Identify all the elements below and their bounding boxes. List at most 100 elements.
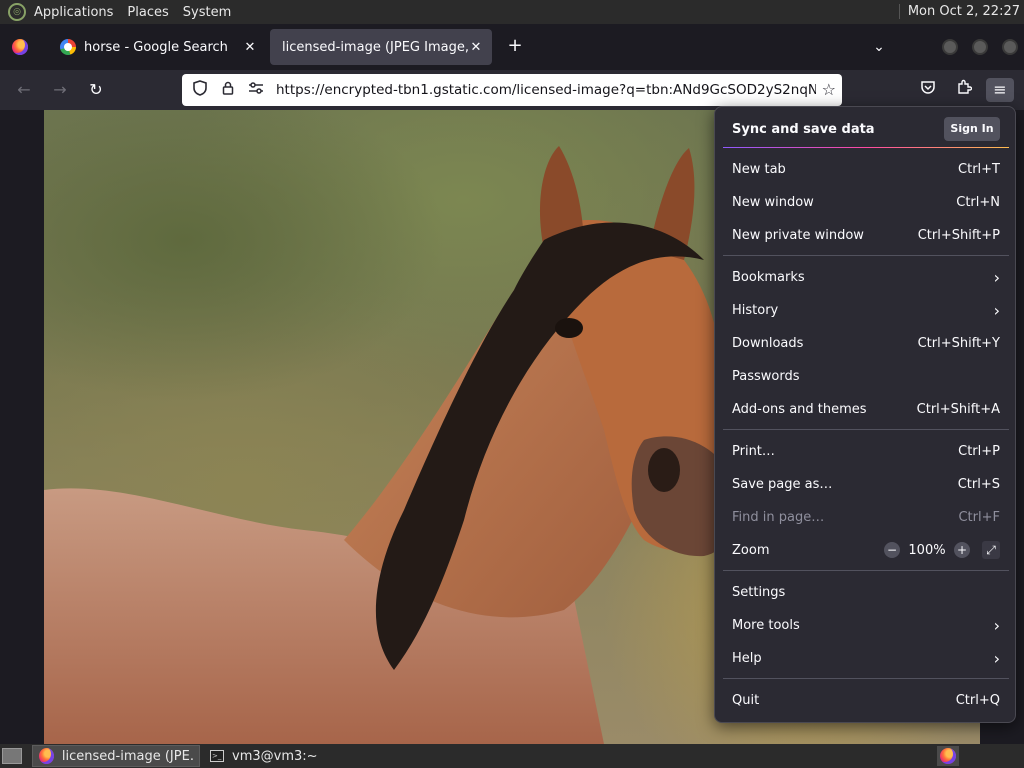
menu-item-settings[interactable]: Settings [723, 576, 1009, 608]
menu-item-save-page-as[interactable]: Save page as… Ctrl+S [723, 468, 1009, 500]
sign-in-button[interactable]: Sign In [944, 117, 1000, 141]
menu-item-label: New tab [732, 161, 786, 177]
menu-item-passwords[interactable]: Passwords [723, 360, 1009, 392]
zoom-label: Zoom [732, 542, 770, 558]
menu-item-addons-and-themes[interactable]: Add-ons and themes Ctrl+Shift+A [723, 393, 1009, 425]
menu-item-shortcut: Ctrl+Shift+P [917, 227, 1000, 243]
fullscreen-button[interactable]: ⤢ [982, 541, 1000, 559]
url-bar[interactable]: https://encrypted-tbn1.gstatic.com/licen… [182, 74, 842, 106]
menu-item-label: Settings [732, 584, 786, 600]
tracking-protection-shield-icon[interactable] [190, 80, 210, 100]
minimize-window-button[interactable] [942, 39, 958, 55]
menu-item-help[interactable]: Help › [723, 642, 1009, 674]
menu-item-shortcut: Ctrl+N [956, 194, 1000, 210]
bookmark-star-icon[interactable]: ☆ [822, 80, 836, 99]
menu-item-shortcut: Ctrl+Q [955, 692, 1000, 708]
tab-close-button[interactable]: ✕ [468, 40, 484, 55]
menu-item-new-tab[interactable]: New tab Ctrl+T [723, 153, 1009, 185]
tab-bar: horse - Google Search ✕ licensed-image (… [0, 24, 1024, 70]
menu-item-label: More tools [732, 617, 800, 633]
pocket-icon [921, 81, 935, 94]
terminal-icon: >_ [210, 750, 224, 762]
arrow-right-icon: → [53, 80, 67, 99]
zoom-out-button[interactable]: − [884, 542, 900, 558]
menu-item-label: Quit [732, 692, 760, 708]
taskbar-item-label: vm3@vm3:~ [232, 748, 318, 764]
tab-google-search[interactable]: horse - Google Search ✕ [48, 29, 266, 65]
menu-separator [723, 678, 1009, 679]
navigation-toolbar: ← → ↻ https://encrypted-tbn1.gstatic.com… [0, 70, 1024, 110]
workspace-switcher-firefox[interactable] [937, 746, 959, 766]
open-application-menu-button[interactable]: ≡ [986, 78, 1014, 102]
menu-item-label: Find in page… [732, 509, 825, 525]
menu-item-shortcut: Ctrl+Shift+Y [917, 335, 1000, 351]
save-to-pocket-button[interactable] [916, 78, 940, 102]
menu-item-new-window[interactable]: New window Ctrl+N [723, 186, 1009, 218]
zoom-in-button[interactable]: + [954, 542, 970, 558]
new-tab-button[interactable]: + [504, 36, 526, 58]
taskbar-item-firefox[interactable]: licensed-image (JPE… [32, 745, 200, 767]
distro-logo-icon[interactable]: ◎ [8, 3, 26, 21]
menu-item-label: New private window [732, 227, 864, 243]
system-menu[interactable]: System [183, 5, 231, 20]
taskbar-item-terminal[interactable]: >_ vm3@vm3:~ [204, 745, 334, 767]
menu-item-more-tools[interactable]: More tools › [723, 609, 1009, 641]
menu-item-label: Add-ons and themes [732, 401, 867, 417]
permissions-icon[interactable] [246, 82, 266, 98]
tab-title: horse - Google Search [84, 39, 228, 55]
bottom-taskbar: licensed-image (JPE… >_ vm3@vm3:~ [0, 744, 1024, 768]
arrow-left-icon: ← [17, 80, 31, 99]
clock[interactable]: Mon Oct 2, 22:27 [898, 4, 1020, 19]
menu-item-label: New window [732, 194, 814, 210]
menu-item-label: Downloads [732, 335, 804, 351]
menu-item-label: Passwords [732, 368, 800, 384]
menu-separator [723, 429, 1009, 430]
maximize-window-button[interactable] [972, 39, 988, 55]
show-desktop-button[interactable] [2, 748, 22, 764]
reload-button[interactable]: ↻ [84, 78, 108, 102]
menu-item-history[interactable]: History › [723, 294, 1009, 326]
lock-icon[interactable] [218, 81, 238, 99]
taskbar-item-label: licensed-image (JPE… [61, 748, 193, 764]
extensions-button[interactable] [952, 78, 976, 102]
puzzle-piece-icon [958, 79, 973, 94]
tab-title: licensed-image (JPEG Image, 26 [282, 39, 468, 55]
sync-divider [723, 147, 1009, 148]
sync-row[interactable]: Sync and save data Sign In [723, 113, 1009, 145]
sync-title: Sync and save data [732, 121, 875, 137]
list-all-tabs-button[interactable]: ⌄ [868, 36, 890, 58]
menu-separator [723, 255, 1009, 256]
applications-menu[interactable]: Applications [34, 5, 113, 20]
places-menu[interactable]: Places [127, 5, 168, 20]
menu-item-bookmarks[interactable]: Bookmarks › [723, 261, 1009, 293]
menu-item-quit[interactable]: Quit Ctrl+Q [723, 684, 1009, 716]
menu-item-print[interactable]: Print… Ctrl+P [723, 435, 1009, 467]
application-menu-panel: Sync and save data Sign In New tab Ctrl+… [714, 106, 1016, 723]
url-text[interactable]: https://encrypted-tbn1.gstatic.com/licen… [276, 82, 816, 98]
menu-item-zoom: Zoom − 100% + ⤢ [723, 534, 1009, 566]
menu-item-shortcut: Ctrl+P [958, 443, 1000, 459]
menu-item-find-in-page[interactable]: Find in page… Ctrl+F [723, 501, 1009, 533]
menu-item-shortcut: Ctrl+F [958, 509, 1000, 525]
forward-button[interactable]: → [48, 78, 72, 102]
menu-item-label: Bookmarks [732, 269, 805, 285]
tab-licensed-image[interactable]: licensed-image (JPEG Image, 26 ✕ [270, 29, 492, 65]
menu-item-label: Print… [732, 443, 775, 459]
top-panel: ◎ Applications Places System Mon Oct 2, … [0, 0, 1024, 24]
chevron-right-icon: › [993, 300, 1000, 320]
back-button[interactable]: ← [12, 78, 36, 102]
menu-item-shortcut: Ctrl+T [958, 161, 1000, 177]
menu-item-label: Help [732, 650, 762, 666]
chevron-right-icon: › [993, 267, 1000, 287]
close-window-button[interactable] [1002, 39, 1018, 55]
firefox-view-icon[interactable] [12, 39, 28, 55]
zoom-reset-button[interactable]: 100% [900, 543, 954, 558]
chevron-right-icon: › [993, 648, 1000, 668]
menu-item-label: Save page as… [732, 476, 833, 492]
menu-item-label: History [732, 302, 779, 318]
menu-item-downloads[interactable]: Downloads Ctrl+Shift+Y [723, 327, 1009, 359]
menu-item-new-private-window[interactable]: New private window Ctrl+Shift+P [723, 219, 1009, 251]
google-favicon-icon [60, 39, 76, 55]
reload-icon: ↻ [89, 80, 103, 99]
tab-close-button[interactable]: ✕ [242, 40, 258, 55]
